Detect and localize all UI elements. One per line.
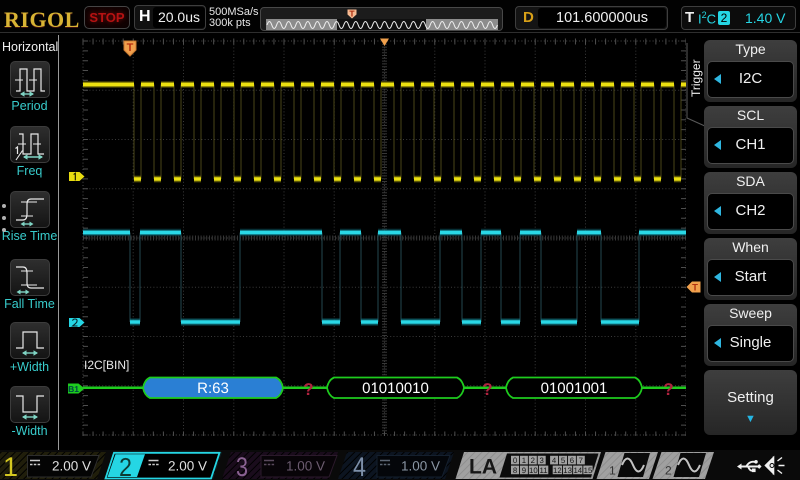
- svg-text:3: 3: [236, 452, 248, 480]
- svg-text:?: ?: [303, 380, 313, 399]
- svg-text:1.00 V: 1.00 V: [286, 459, 325, 474]
- svg-text:10: 10: [529, 466, 538, 475]
- svg-text:R:63: R:63: [197, 380, 229, 397]
- svg-text:4: 4: [552, 456, 557, 465]
- svg-text:6: 6: [570, 456, 574, 465]
- svg-text:1: 1: [609, 464, 616, 478]
- svg-text:1: 1: [3, 452, 18, 480]
- svg-text:?: ?: [482, 380, 492, 399]
- svg-text:7: 7: [579, 456, 583, 465]
- svg-text:01001001: 01001001: [541, 380, 608, 397]
- svg-text:T: T: [349, 9, 355, 19]
- svg-text:15: 15: [584, 466, 593, 475]
- svg-text:1.00 V: 1.00 V: [401, 459, 440, 474]
- svg-text:T: T: [127, 42, 134, 54]
- svg-text:9: 9: [522, 466, 526, 475]
- svg-text:0: 0: [513, 456, 518, 465]
- svg-text:3: 3: [540, 456, 544, 465]
- svg-text:2: 2: [665, 464, 672, 478]
- svg-text:11: 11: [540, 466, 548, 475]
- svg-text:T: T: [692, 283, 698, 294]
- svg-text:1: 1: [522, 456, 526, 465]
- svg-text:4: 4: [353, 452, 366, 480]
- svg-text:8: 8: [513, 466, 517, 475]
- svg-text:?: ?: [663, 380, 673, 399]
- svg-text:14: 14: [573, 466, 582, 475]
- svg-text:I2C[BIN]: I2C[BIN]: [84, 358, 129, 372]
- svg-text:2.00 V: 2.00 V: [168, 459, 207, 474]
- svg-text:B1: B1: [68, 384, 79, 394]
- svg-text:01010010: 01010010: [362, 380, 429, 397]
- svg-text:2.00 V: 2.00 V: [52, 459, 91, 474]
- svg-text:12: 12: [553, 466, 562, 475]
- svg-text:13: 13: [563, 466, 572, 475]
- svg-text:5: 5: [561, 456, 566, 465]
- svg-text:2: 2: [531, 456, 535, 465]
- svg-text:2: 2: [119, 452, 132, 480]
- svg-text:LA: LA: [469, 456, 497, 479]
